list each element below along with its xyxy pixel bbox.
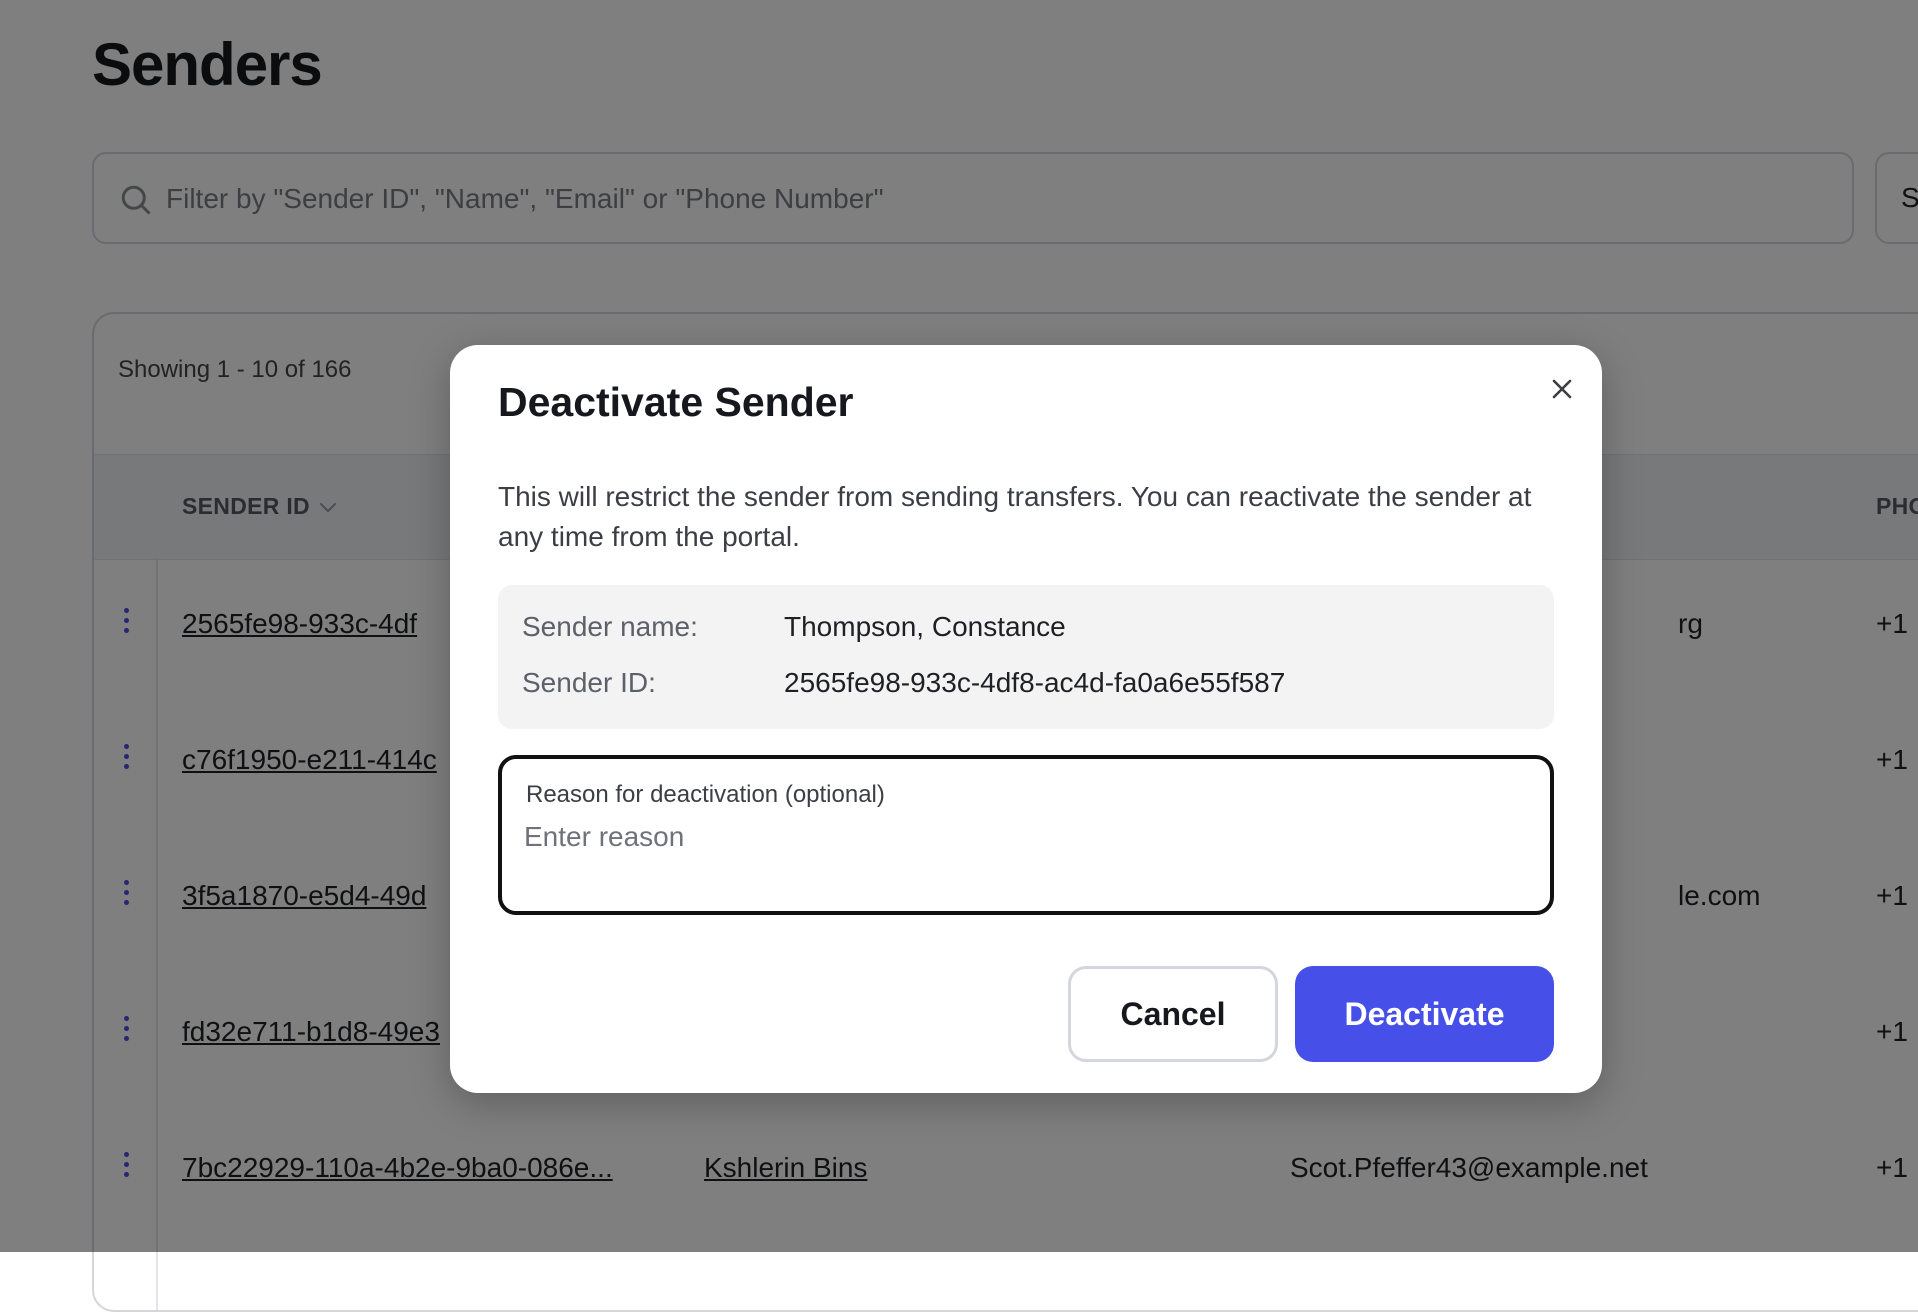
sender-id-value: 2565fe98-933c-4df8-ac4d-fa0a6e55f587 [784,667,1286,698]
cancel-button[interactable]: Cancel [1068,966,1278,1062]
sender-summary-box: Sender name: Thompson, Constance Sender … [498,585,1554,729]
sender-name-value: Thompson, Constance [784,611,1066,642]
sender-id-label: Sender ID: [522,667,656,698]
sender-name-label: Sender name: [522,611,698,642]
reason-input[interactable] [524,821,1524,891]
close-button[interactable] [1542,369,1582,409]
dialog-title: Deactivate Sender [498,379,854,425]
deactivate-sender-dialog: Deactivate Sender This will restrict the… [450,345,1602,1093]
reason-field-label: Reason for deactivation (optional) [526,781,885,808]
dialog-description: This will restrict the sender from sendi… [498,481,1532,552]
reason-field[interactable]: Reason for deactivation (optional) [498,755,1554,915]
close-icon [1552,379,1572,399]
deactivate-button[interactable]: Deactivate [1295,966,1554,1062]
